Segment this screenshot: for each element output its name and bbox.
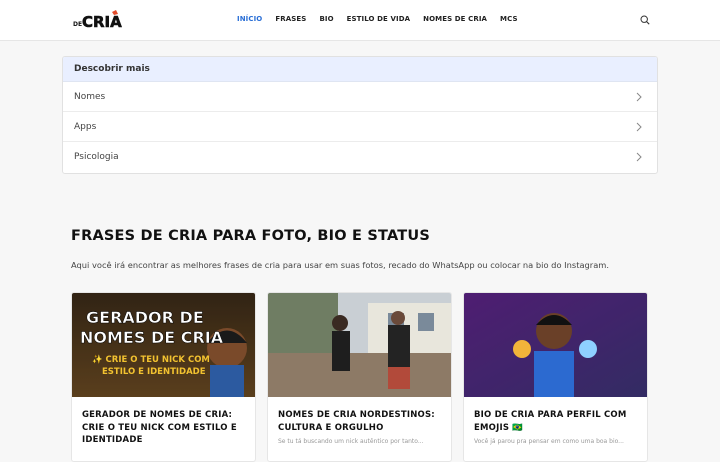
post-excerpt: Você já parou pra pensar em como uma boa… — [474, 438, 624, 445]
chevron-right-icon — [636, 92, 642, 102]
post-excerpt: Se tu tá buscando um nick autêntico por … — [278, 438, 424, 445]
post-card[interactable]: BIO DE CRIA PARA PERFIL COM EMOJIS 🇧🇷 Vo… — [463, 292, 648, 462]
discover-item-label: Psicologia — [74, 152, 119, 162]
nav-item-frases[interactable]: FRASES — [275, 15, 306, 23]
search-icon[interactable] — [640, 15, 650, 25]
nav-item-bio[interactable]: BIO — [319, 15, 333, 23]
post-card[interactable]: GERADOR DE NOMES DE CRIA ✨ CRIE O TEU NI… — [71, 292, 256, 462]
thumb-line-2: NOMES DE CRIA — [80, 328, 224, 347]
logo-text: CRIA — [82, 13, 122, 30]
page-title: FRASES DE CRIA PARA FOTO, BIO E STATUS — [71, 228, 431, 244]
chevron-right-icon — [636, 152, 642, 162]
discover-item-psicologia[interactable]: Psicologia — [63, 142, 657, 172]
site-logo[interactable]: DE CRIA — [72, 10, 122, 30]
logo-prefix: DE — [73, 21, 82, 28]
discover-item-label: Apps — [74, 122, 97, 132]
discover-item-apps[interactable]: Apps — [63, 112, 657, 142]
post-card[interactable]: NOMES DE CRIA NORDESTINOS: CULTURA E ORG… — [267, 292, 452, 462]
post-title[interactable]: BIO DE CRIA PARA PERFIL COM EMOJIS 🇧🇷 — [464, 397, 647, 434]
nav-item-inicio[interactable]: INÍCIO — [237, 15, 262, 23]
nav-item-estilo-de-vida[interactable]: ESTILO DE VIDA — [347, 15, 410, 23]
page-intro: Aqui você irá encontrar as melhores fras… — [71, 260, 610, 270]
nav-item-nomes-de-cria[interactable]: NOMES DE CRIA — [423, 15, 487, 23]
discover-item-label: Nomes — [74, 92, 106, 102]
thumb-line-1: GERADOR DE — [86, 308, 204, 327]
post-thumbnail[interactable] — [464, 293, 648, 397]
discover-heading: Descobrir mais — [63, 57, 657, 82]
site-header: DE CRIA INÍCIO FRASES BIO ESTILO DE VIDA… — [0, 0, 720, 41]
post-title[interactable]: GERADOR DE NOMES DE CRIA: CRIE O TEU NIC… — [72, 397, 255, 447]
thumb-line-4: ESTILO E IDENTIDADE — [102, 367, 206, 377]
post-thumbnail[interactable] — [268, 293, 452, 397]
discover-more-card: Descobrir mais Nomes Apps Psicologia — [62, 56, 658, 174]
post-title[interactable]: NOMES DE CRIA NORDESTINOS: CULTURA E ORG… — [268, 397, 451, 434]
post-thumbnail[interactable]: GERADOR DE NOMES DE CRIA ✨ CRIE O TEU NI… — [72, 293, 256, 397]
nav-item-mcs[interactable]: MCS — [500, 15, 518, 23]
main-nav: INÍCIO FRASES BIO ESTILO DE VIDA NOMES D… — [237, 15, 531, 23]
thumb-line-3: ✨ CRIE O TEU NICK COM — [92, 354, 210, 365]
chevron-right-icon — [636, 122, 642, 132]
discover-item-nomes[interactable]: Nomes — [63, 82, 657, 112]
